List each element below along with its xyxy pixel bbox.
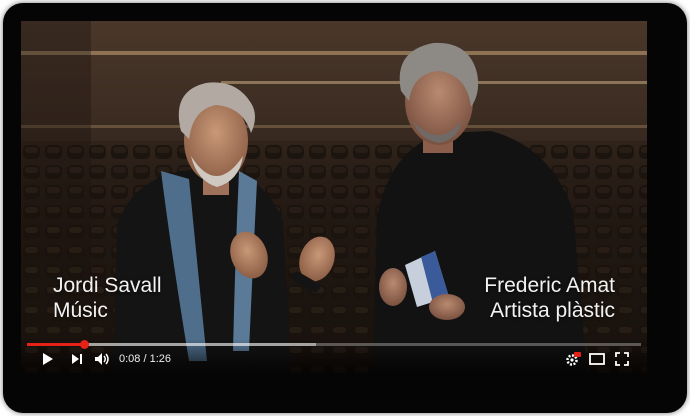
progress-scrubber[interactable]	[80, 340, 90, 349]
next-icon[interactable]	[70, 352, 84, 366]
right-caption: Frederic Amat Artista plàstic	[484, 273, 615, 323]
video-player[interactable]: Jordi Savall Músic Frederic Amat Artista…	[21, 21, 647, 373]
current-time: 0:08	[119, 353, 141, 365]
video-frame: Jordi Savall Músic Frederic Amat Artista…	[3, 3, 687, 413]
duration: 1:26	[149, 353, 172, 365]
right-caption-role: Artista plàstic	[490, 299, 615, 322]
fullscreen-icon[interactable]	[615, 352, 629, 366]
time-display: 0:08 / 1:26	[119, 352, 171, 366]
time-separator: /	[140, 353, 150, 365]
right-caption-name: Frederic Amat	[484, 274, 615, 297]
player-controls: 0:08 / 1:26	[21, 339, 647, 373]
volume-icon[interactable]	[94, 352, 110, 366]
theater-mode-icon[interactable]	[589, 352, 605, 366]
left-caption: Jordi Savall Músic	[53, 273, 162, 323]
settings-gear-hd-icon[interactable]	[565, 352, 581, 366]
left-caption-name: Jordi Savall	[53, 274, 162, 297]
progress-bar[interactable]	[27, 340, 641, 349]
left-caption-role: Músic	[53, 299, 108, 322]
progress-played	[27, 343, 85, 346]
play-icon[interactable]	[41, 352, 55, 366]
